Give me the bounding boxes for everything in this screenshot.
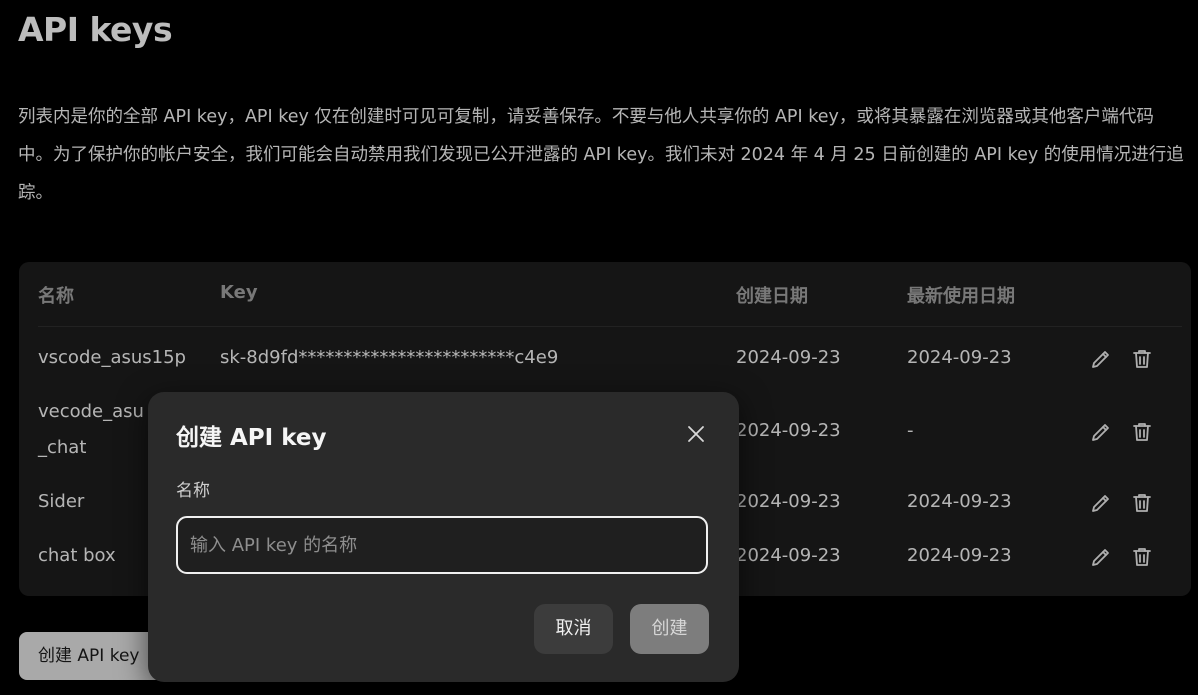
create-api-key-modal: 创建 API key 名称 取消 创建 xyxy=(148,392,739,682)
api-key-name-input[interactable] xyxy=(176,516,708,574)
create-button[interactable]: 创建 xyxy=(630,604,709,654)
name-field-label: 名称 xyxy=(176,481,210,501)
close-icon xyxy=(688,426,704,442)
cancel-button[interactable]: 取消 xyxy=(534,604,613,654)
modal-close-button[interactable] xyxy=(684,422,708,446)
modal-title: 创建 API key xyxy=(176,425,327,451)
